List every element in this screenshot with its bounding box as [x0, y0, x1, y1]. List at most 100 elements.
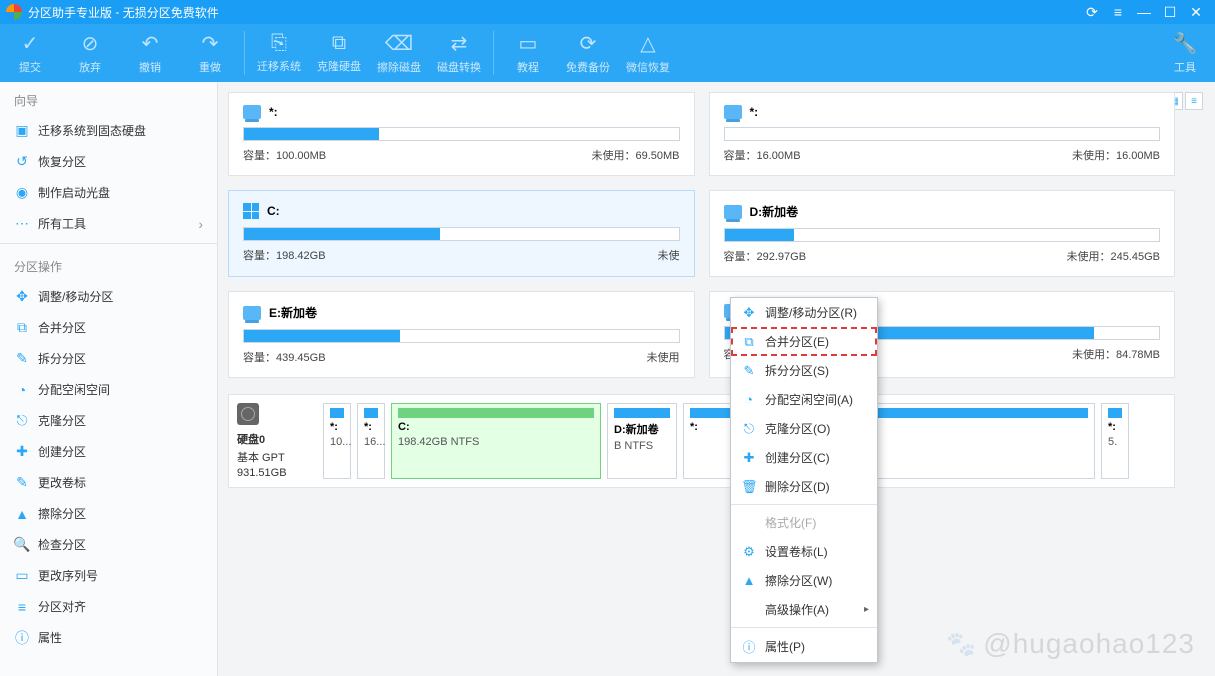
- ops-item-2[interactable]: ✎ 拆分分区: [0, 343, 217, 374]
- backup-icon: ⟳: [580, 31, 597, 56]
- disk-segment-1[interactable]: *:16...: [357, 403, 385, 479]
- disk-size: 931.51GB: [237, 467, 317, 479]
- partition-card-0[interactable]: *:容量：100.00MB未使用：69.50MB: [228, 92, 695, 176]
- partition-name: *:: [750, 105, 759, 119]
- close-button[interactable]: ✕: [1183, 4, 1209, 21]
- wizard-item-1[interactable]: ↺恢复分区: [0, 146, 217, 177]
- disk-segment-2[interactable]: C:198.42GB NTFS: [391, 403, 601, 479]
- partition-card-4[interactable]: E:新加卷容量：439.45GB未使用: [228, 291, 695, 378]
- disk-segment-0[interactable]: *:10...: [323, 403, 351, 479]
- ops-item-9[interactable]: ▭ 更改序列号: [0, 560, 217, 591]
- minimize-button[interactable]: —: [1131, 4, 1157, 20]
- free-label: 未使: [658, 247, 680, 263]
- partition-name: E:新加卷: [269, 304, 317, 321]
- wizard-item-3[interactable]: ⋯所有工具: [0, 208, 217, 239]
- ctx-item-0[interactable]: ✥调整/移动分区(R): [731, 298, 877, 327]
- ctx-label: 设置卷标(L): [765, 543, 828, 560]
- ctx-label: 克隆分区(O): [765, 420, 830, 437]
- ctx-icon: ✎: [741, 363, 757, 379]
- ctx-item-2[interactable]: ✎拆分分区(S): [731, 356, 877, 385]
- ops-label: 更改序列号: [38, 567, 98, 584]
- ctx-label: 删除分区(D): [765, 478, 830, 495]
- ops-item-10[interactable]: ≡分区对齐: [0, 591, 217, 622]
- ctx-icon: ◔: [741, 392, 757, 407]
- backup-button[interactable]: ⟳免费备份: [558, 31, 618, 75]
- wizard-icon: ⋯: [14, 216, 30, 232]
- ops-label: 调整/移动分区: [38, 288, 113, 305]
- ops-item-1[interactable]: ⧉合并分区: [0, 312, 217, 343]
- ctx-icon: ▲: [741, 573, 757, 588]
- partition-card-2[interactable]: C:容量：198.42GB未使: [228, 190, 695, 277]
- capacity-label: 容量：439.45GB: [243, 349, 326, 365]
- wechat-button[interactable]: △微信恢复: [618, 31, 678, 75]
- ctx-item-5[interactable]: ✚创建分区(C): [731, 443, 877, 472]
- partition-card-1[interactable]: *:容量：16.00MB未使用：16.00MB: [709, 92, 1176, 176]
- ctx-item-6[interactable]: 🗑删除分区(D): [731, 472, 877, 501]
- wipe-button[interactable]: ⌫擦除磁盘: [369, 31, 429, 75]
- disk-segment-3[interactable]: D:新加卷B NTFS: [607, 403, 677, 479]
- ctx-item-4[interactable]: ⎋克隆分区(O): [731, 414, 877, 443]
- disk-header[interactable]: 硬盘0基本 GPT931.51GB: [237, 403, 317, 479]
- ops-item-8[interactable]: 🔍检查分区: [0, 529, 217, 560]
- partition-card-3[interactable]: D:新加卷容量：292.97GB未使用：245.45GB: [709, 190, 1176, 277]
- ops-icon: ✎: [14, 351, 30, 367]
- convert-icon: ⇄: [451, 31, 468, 56]
- ops-item-5[interactable]: ✚创建分区: [0, 436, 217, 467]
- ops-item-11[interactable]: ⓘ属性: [0, 622, 217, 653]
- disk-name: 硬盘0: [237, 431, 317, 447]
- wizard-item-2[interactable]: ◉制作启动光盘: [0, 177, 217, 208]
- refresh-button[interactable]: ⟳: [1079, 4, 1105, 21]
- ops-icon: ▭: [14, 568, 30, 584]
- ops-icon: ⎋: [14, 413, 30, 429]
- maximize-button[interactable]: ☐: [1157, 4, 1183, 21]
- clone-button[interactable]: ⧉克隆硬盘: [309, 32, 369, 74]
- undo-icon: ↶: [142, 31, 159, 56]
- partition-name: C:: [267, 204, 280, 218]
- watermark: 🐾 @hugaohao123: [946, 628, 1195, 660]
- commit-button[interactable]: ✓提交: [0, 31, 60, 75]
- ctx-item-3[interactable]: ◔分配空闲空间(A): [731, 385, 877, 414]
- title-sep: -: [112, 5, 123, 19]
- ops-item-0[interactable]: ✥调整/移动分区: [0, 281, 217, 312]
- ctx-item-1[interactable]: ⧉合并分区(E): [731, 327, 877, 356]
- ops-item-3[interactable]: ◔分配空闲空间: [0, 374, 217, 405]
- list-view-button[interactable]: ≡: [1185, 92, 1203, 110]
- ops-icon: 🔍: [14, 537, 30, 553]
- ctx-label: 调整/移动分区(R): [765, 304, 857, 321]
- ops-icon: ▲: [14, 506, 30, 522]
- redo-button[interactable]: ↷重做: [180, 31, 240, 75]
- check-icon: ✓: [22, 31, 39, 56]
- undo-button[interactable]: ↶撤销: [120, 31, 180, 75]
- ctx-label: 格式化(F): [765, 514, 816, 531]
- segment-name: *:: [330, 421, 344, 433]
- tools-button[interactable]: 🔧工具: [1155, 31, 1215, 75]
- segment-info: 198.42GB NTFS: [398, 436, 594, 448]
- segment-fill: [364, 408, 378, 418]
- convert-button[interactable]: ⇄磁盘转换: [429, 31, 489, 75]
- migrate-button[interactable]: ⎘迁移系统: [249, 32, 309, 74]
- free-label: 未使用：69.50MB: [591, 147, 679, 163]
- ops-label: 拆分分区: [38, 350, 86, 367]
- free-label: 未使用：16.00MB: [1072, 147, 1160, 163]
- tutorial-button[interactable]: ▭教程: [498, 31, 558, 75]
- ctx-item-11[interactable]: ⓘ属性(P): [731, 631, 877, 662]
- discard-button[interactable]: ⊘放弃: [60, 31, 120, 75]
- ctx-item-7: 格式化(F): [731, 508, 877, 537]
- menu-button[interactable]: ≡: [1105, 4, 1131, 20]
- wrench-icon: 🔧: [1173, 31, 1198, 56]
- wizard-item-0[interactable]: ▣迁移系统到固态硬盘: [0, 115, 217, 146]
- capacity-label: 容量：100.00MB: [243, 147, 326, 163]
- ops-item-7[interactable]: ▲擦除分区: [0, 498, 217, 529]
- ops-item-6[interactable]: ✎更改卷标: [0, 467, 217, 498]
- ctx-label: 高级操作(A): [765, 601, 829, 618]
- disk-segment-6[interactable]: *:5.: [1101, 403, 1129, 479]
- ctx-item-10[interactable]: 高级操作(A): [731, 595, 877, 624]
- cancel-icon: ⊘: [82, 31, 99, 56]
- ops-item-4[interactable]: ⎋克隆分区: [0, 405, 217, 436]
- ctx-item-9[interactable]: ▲擦除分区(W): [731, 566, 877, 595]
- content-area: ▦ ≡ *:容量：100.00MB未使用：69.50MB*:容量：16.00MB…: [218, 82, 1215, 676]
- ops-icon: ✚: [14, 444, 30, 460]
- free-label: 未使用：84.78MB: [1072, 346, 1160, 362]
- wizard-icon: ▣: [14, 123, 30, 139]
- ctx-item-8[interactable]: ⚙设置卷标(L): [731, 537, 877, 566]
